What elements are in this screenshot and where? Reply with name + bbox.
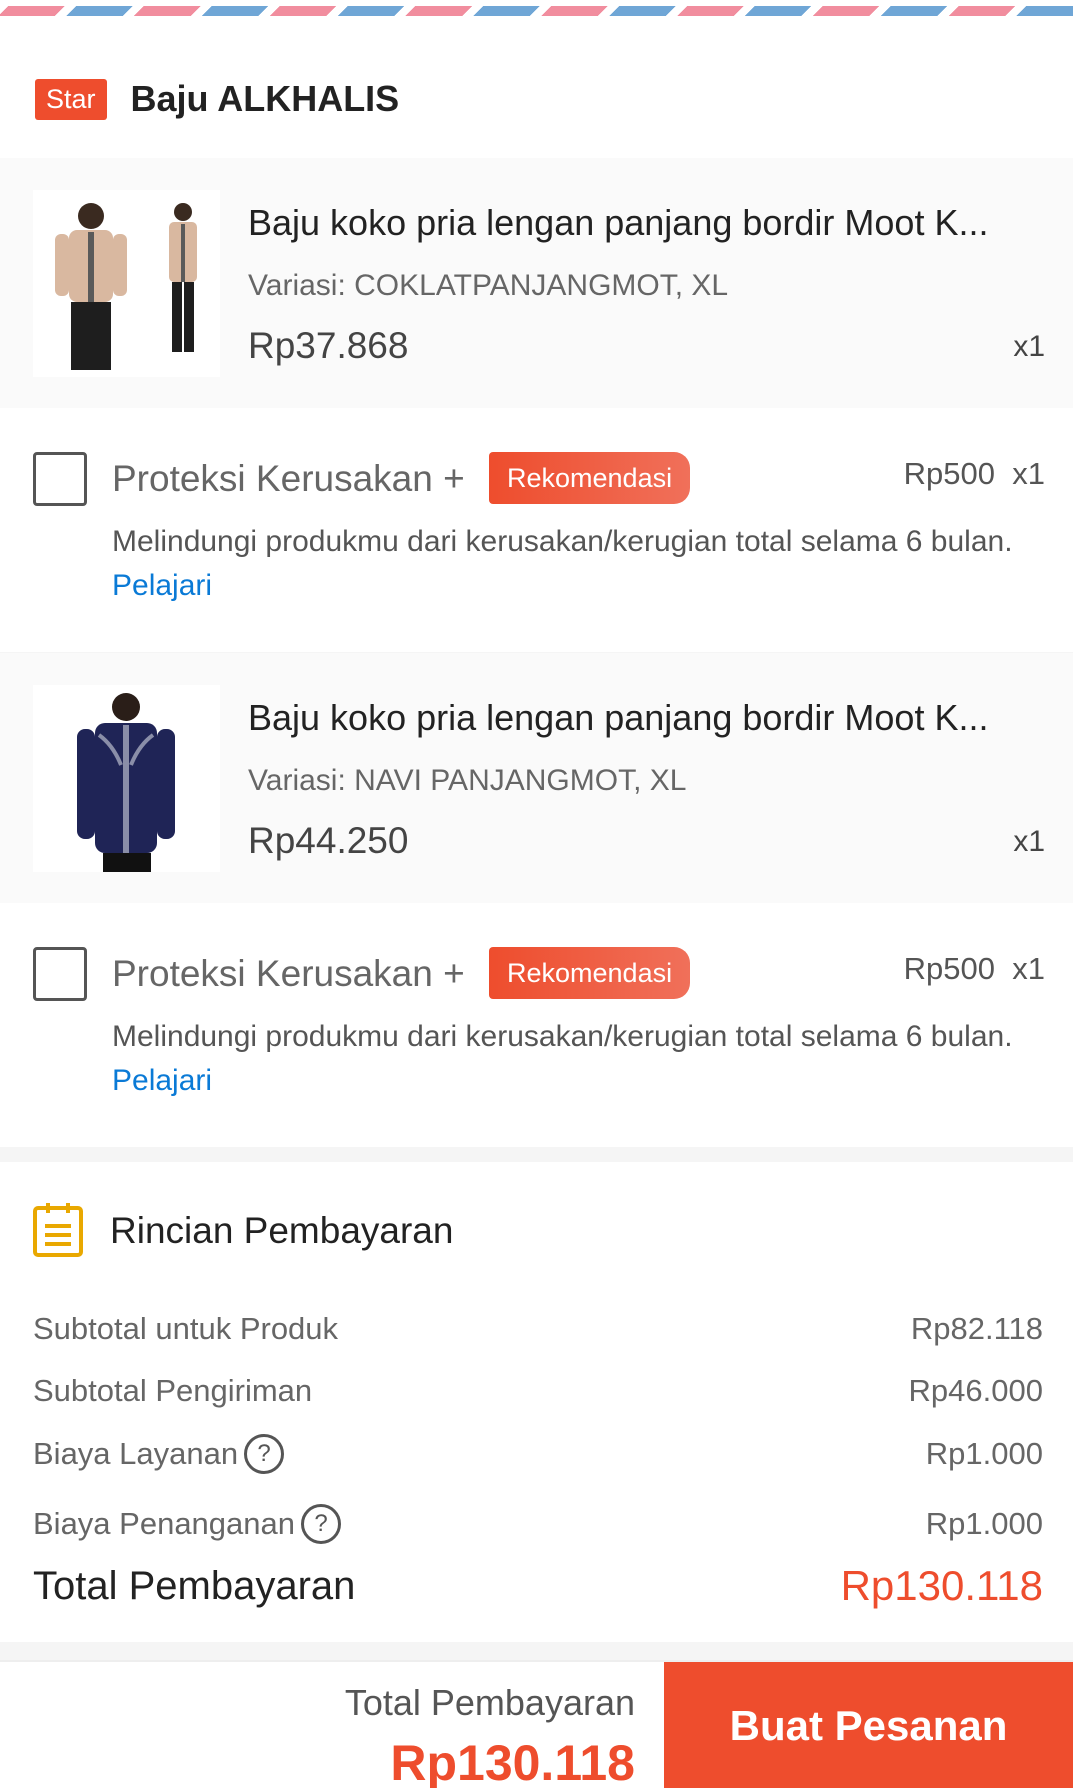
bottom-total-value: Rp130.118 (390, 1735, 635, 1788)
service-fee-label: Biaya Layanan (33, 1436, 239, 1471)
place-order-button[interactable]: Buat Pesanan (664, 1662, 1073, 1788)
payment-row-shipping-subtotal: Subtotal Pengiriman Rp46.000 (33, 1368, 1043, 1414)
product-variant: Variasi: COKLATPANJANGMOT, XL (248, 269, 729, 302)
payment-row-value: Rp46.000 (908, 1373, 1043, 1408)
protection-title: Proteksi Kerusakan + (112, 953, 465, 994)
payment-row-value: Rp1.000 (925, 1436, 1043, 1471)
protection-checkbox[interactable] (33, 947, 87, 1001)
payment-row-product-subtotal: Subtotal untuk Produk Rp82.118 (33, 1306, 1043, 1352)
airmail-stripe (0, 0, 1073, 40)
recommend-badge: Rekomendasi (489, 452, 691, 504)
product-quantity: x1 (1013, 330, 1045, 363)
protection-description-text: Melindungi produkmu dari kerusakan/kerug… (112, 1020, 1013, 1053)
help-icon[interactable]: ? (244, 1434, 285, 1474)
payment-row-value: Rp82.118 (910, 1311, 1043, 1346)
payment-row-handling-fee: Biaya Penanganan ? Rp1.000 (33, 1501, 1043, 1547)
product-price: Rp37.868 (248, 325, 409, 366)
product-price: Rp44.250 (248, 820, 409, 861)
payment-row-value: Rp1.000 (925, 1506, 1043, 1541)
learn-more-link[interactable]: Pelajari (112, 1064, 212, 1097)
checkout-bottom-bar: Total Pembayaran Rp130.118 Buat Pesanan (0, 1660, 1073, 1788)
product-quantity: x1 (1013, 825, 1045, 858)
help-icon[interactable]: ? (301, 1504, 342, 1544)
payment-row-label: Subtotal Pengiriman (33, 1373, 313, 1408)
damage-protection-option: Proteksi Kerusakan + Rekomendasi Rp500 x… (0, 903, 1073, 1147)
protection-price: Rp500 x1 (903, 456, 1045, 491)
payment-total-row: Total Pembayaran Rp130.118 (33, 1558, 1043, 1614)
payment-row-label: Biaya Penanganan ? (33, 1504, 342, 1544)
shirt-figures-icon (55, 203, 197, 370)
handling-fee-label: Biaya Penanganan (33, 1506, 296, 1541)
star-seller-badge: Star (35, 78, 107, 120)
product-title[interactable]: Baju koko pria lengan panjang bordir Moo… (248, 202, 1048, 244)
protection-description: Melindungi produkmu dari kerusakan/kerug… (112, 1015, 1032, 1103)
recommend-badge: Rekomendasi (489, 947, 691, 999)
protection-checkbox[interactable] (33, 452, 87, 506)
payment-row-label: Biaya Layanan ? (33, 1434, 285, 1474)
product-item[interactable]: Baju koko pria lengan panjang bordir Moo… (0, 653, 1073, 903)
airmail-stripe-band (0, 6, 1073, 16)
product-variant: Variasi: NAVI PANJANGMOT, XL (248, 764, 687, 797)
shirt-figure-icon (77, 693, 175, 872)
bottom-total-label: Total Pembayaran (344, 1682, 635, 1723)
payment-row-service-fee: Biaya Layanan ? Rp1.000 (33, 1431, 1043, 1477)
product-item[interactable]: Baju koko pria lengan panjang bordir Moo… (0, 158, 1073, 408)
checkout-page: Star Baju ALKHALIS Baju koko pria lengan (0, 0, 1073, 1788)
payment-details: Rincian Pembayaran Subtotal untuk Produk… (0, 1162, 1073, 1642)
payment-row-label: Subtotal untuk Produk (33, 1311, 339, 1346)
total-payment-value: Rp130.118 (840, 1562, 1043, 1609)
receipt-icon (33, 1203, 83, 1257)
protection-description-text: Melindungi produkmu dari kerusakan/kerug… (112, 525, 1013, 558)
damage-protection-option: Proteksi Kerusakan + Rekomendasi Rp500 x… (0, 408, 1073, 652)
product-title[interactable]: Baju koko pria lengan panjang bordir Moo… (248, 697, 1048, 739)
product-image (33, 190, 220, 377)
product-image (33, 685, 220, 872)
protection-price: Rp500 x1 (903, 951, 1045, 986)
payment-details-title: Rincian Pembayaran (110, 1210, 454, 1251)
protection-title: Proteksi Kerusakan + (112, 458, 465, 499)
learn-more-link[interactable]: Pelajari (112, 569, 212, 602)
protection-description: Melindungi produkmu dari kerusakan/kerug… (112, 520, 1032, 608)
shop-name[interactable]: Baju ALKHALIS (131, 78, 400, 120)
total-payment-label: Total Pembayaran (33, 1563, 356, 1608)
shop-header: Star Baju ALKHALIS (0, 40, 1073, 158)
